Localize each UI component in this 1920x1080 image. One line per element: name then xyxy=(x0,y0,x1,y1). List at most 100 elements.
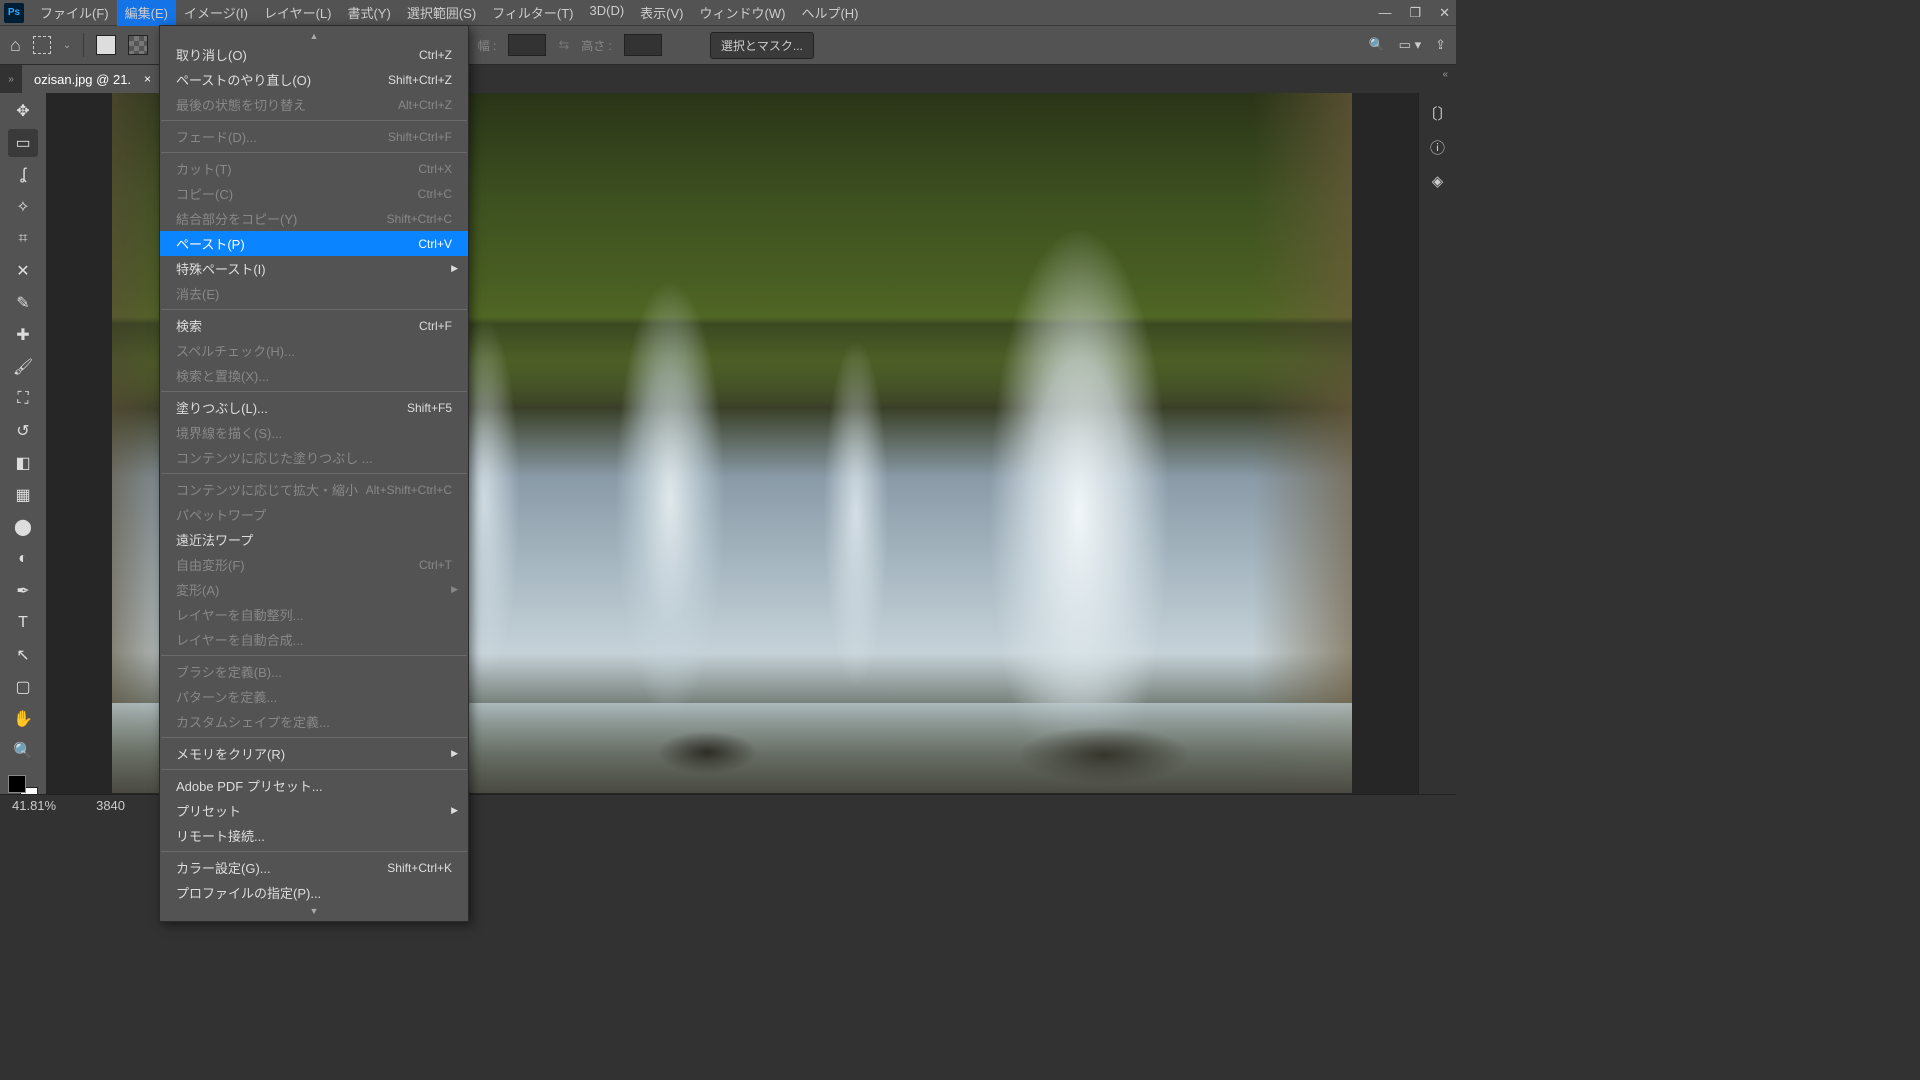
share-icon[interactable]: ⇪ xyxy=(1435,37,1446,53)
menu-item: コンテンツに応じた塗りつぶし ... xyxy=(160,445,468,470)
menu-scroll-up[interactable]: ▲ xyxy=(160,30,468,42)
tool-lasso[interactable]: ʆ xyxy=(8,161,38,189)
document-tab[interactable]: ozisan.jpg @ 21. × xyxy=(22,65,159,93)
menu-選択範囲[interactable]: 選択範囲(S) xyxy=(399,0,484,26)
menu-item-shortcut: Shift+Ctrl+K xyxy=(387,861,452,875)
tool-eyedrop[interactable]: ✎ xyxy=(8,289,38,317)
menu-ファイル[interactable]: ファイル(F) xyxy=(32,0,117,26)
menu-item-label: カスタムシェイプを定義... xyxy=(176,712,330,731)
select-and-mask-button[interactable]: 選択とマスク... xyxy=(710,32,814,59)
tool-pen[interactable]: ✒ xyxy=(8,577,38,605)
menu-scroll-down[interactable]: ▼ xyxy=(160,905,468,917)
close-button[interactable]: ✕ xyxy=(1439,5,1450,21)
tool-stamp[interactable]: ⛶ xyxy=(8,385,38,413)
maximize-button[interactable]: ❐ xyxy=(1409,5,1421,21)
search-icon[interactable]: 🔍 xyxy=(1368,37,1384,53)
tool-crop[interactable]: ⌗ xyxy=(8,225,38,253)
tool-eraser[interactable]: ◧ xyxy=(8,449,38,477)
document-info[interactable]: 3840 xyxy=(96,798,125,813)
menu-item-label: 取り消し(O) xyxy=(176,45,247,64)
menu-レイヤー[interactable]: レイヤー(L) xyxy=(256,0,340,26)
tool-heal[interactable]: ✚ xyxy=(8,321,38,349)
option-height-input[interactable] xyxy=(624,34,662,56)
menu-表示[interactable]: 表示(V) xyxy=(632,0,691,26)
menu-item: 境界線を描く(S)... xyxy=(160,420,468,445)
menu-item-shortcut: Ctrl+X xyxy=(418,162,452,176)
menu-item-shortcut: Ctrl+V xyxy=(418,237,452,251)
menu-item-label: コンテンツに応じた塗りつぶし ... xyxy=(176,448,373,467)
menu-item-label: 自由変形(F) xyxy=(176,555,245,574)
menu-item[interactable]: 特殊ペースト(I) xyxy=(160,256,468,281)
marquee-tool-icon[interactable] xyxy=(33,36,51,54)
menu-item-label: パペットワープ xyxy=(176,505,266,524)
panel-icon-properties[interactable]: 〔〕 xyxy=(1428,103,1448,123)
menu-イメージ[interactable]: イメージ(I) xyxy=(176,0,256,26)
option-width-input[interactable] xyxy=(508,34,546,56)
menu-ウィンドウ[interactable]: ウィンドウ(W) xyxy=(692,0,794,26)
menu-item: カスタムシェイプを定義... xyxy=(160,709,468,734)
tool-artboard[interactable]: ▢ xyxy=(8,673,38,701)
menu-item[interactable]: ペースト(P) Ctrl+V xyxy=(160,231,468,256)
tool-type[interactable]: T xyxy=(8,609,38,637)
workspace-icon[interactable]: ▭ ▾ xyxy=(1399,37,1421,53)
minimize-button[interactable]: — xyxy=(1378,5,1391,20)
tool-select[interactable]: ↖ xyxy=(8,641,38,669)
tool-history[interactable]: ↺ xyxy=(8,417,38,445)
menu-item[interactable]: メモリをクリア(R) xyxy=(160,741,468,766)
selection-new-icon[interactable] xyxy=(96,35,116,55)
tool-hand[interactable]: ✋ xyxy=(8,705,38,733)
menu-item[interactable]: 検索Ctrl+F xyxy=(160,313,468,338)
menu-item: コピー(C)Ctrl+C xyxy=(160,181,468,206)
menu-item[interactable]: 遠近法ワープ xyxy=(160,527,468,552)
menu-item-label: 遠近法ワープ xyxy=(176,530,253,549)
menu-item[interactable]: リモート接続... xyxy=(160,823,468,848)
menubar: Ps ファイル(F)編集(E)イメージ(I)レイヤー(L)書式(Y)選択範囲(S… xyxy=(0,0,1456,25)
toolbox: ✥ ▭ ʆ ✧ ⌗ ✕ ✎ ✚ 🖌 ⛶ ↺ ◧ ▦ ⬤ ◐ ✒ T ↖ ▢ ✋ 🔍 xyxy=(0,93,46,816)
tool-marquee[interactable]: ▭ xyxy=(8,129,38,157)
tool-move[interactable]: ✥ xyxy=(8,97,38,125)
menu-item: 結合部分をコピー(Y)Shift+Ctrl+C xyxy=(160,206,468,231)
menu-item: 変形(A) xyxy=(160,577,468,602)
panel-icon-layers[interactable]: ◈ xyxy=(1428,171,1448,191)
menu-item-label: ペースト(P) xyxy=(176,234,245,253)
tool-blur[interactable]: ⬤ xyxy=(8,513,38,541)
menu-フィルター[interactable]: フィルター(T) xyxy=(484,0,581,26)
menu-編集[interactable]: 編集(E) xyxy=(117,0,176,26)
menu-item-shortcut: Ctrl+Z xyxy=(419,48,452,62)
home-icon[interactable]: ⌂ xyxy=(10,35,21,56)
menu-item-label: プリセット xyxy=(176,801,241,820)
menu-item-shortcut: Alt+Ctrl+Z xyxy=(398,98,452,112)
menu-item-shortcut: Shift+Ctrl+Z xyxy=(388,73,452,87)
menu-item[interactable]: プロファイルの指定(P)... xyxy=(160,880,468,905)
menu-書式[interactable]: 書式(Y) xyxy=(339,0,398,26)
zoom-level[interactable]: 41.81% xyxy=(12,798,56,813)
window-controls: — ❐ ✕ xyxy=(1378,0,1450,25)
menu-3d[interactable]: 3D(D) xyxy=(582,0,633,26)
menu-item[interactable]: Adobe PDF プリセット... xyxy=(160,773,468,798)
menu-item-label: カラー設定(G)... xyxy=(176,858,271,877)
menu-item: パペットワープ xyxy=(160,502,468,527)
selection-add-icon[interactable] xyxy=(128,35,148,55)
menu-item[interactable]: 取り消し(O) Ctrl+Z xyxy=(160,42,468,67)
menu-item: 消去(E) xyxy=(160,281,468,306)
menu-ヘルプ[interactable]: ヘルプ(H) xyxy=(793,0,866,26)
close-tab-icon[interactable]: × xyxy=(144,72,151,86)
panel-expand-icon[interactable]: « xyxy=(1442,69,1448,80)
menu-item[interactable]: 塗りつぶし(L)...Shift+F5 xyxy=(160,395,468,420)
tool-dodge[interactable]: ◐ xyxy=(8,545,38,573)
tool-zoom[interactable]: 🔍 xyxy=(8,737,38,765)
menu-item-label: ブラシを定義(B)... xyxy=(176,662,282,681)
option-height-label: 高さ : xyxy=(581,37,612,54)
tool-brush[interactable]: 🖌 xyxy=(8,353,38,381)
tool-frame[interactable]: ✕ xyxy=(8,257,38,285)
tab-expand-icon[interactable]: » xyxy=(0,65,22,93)
menu-item[interactable]: ペーストのやり直し(O)Shift+Ctrl+Z xyxy=(160,67,468,92)
tool-gradient[interactable]: ▦ xyxy=(8,481,38,509)
menu-item[interactable]: プリセット xyxy=(160,798,468,823)
menu-item[interactable]: カラー設定(G)... Shift+Ctrl+K xyxy=(160,855,468,880)
tool-magic[interactable]: ✧ xyxy=(8,193,38,221)
menu-item-label: 消去(E) xyxy=(176,284,219,303)
menu-item-shortcut: Ctrl+F xyxy=(419,319,452,333)
panel-icon-info[interactable]: ⓘ xyxy=(1428,137,1448,157)
menu-item-label: レイヤーを自動合成... xyxy=(176,630,303,649)
